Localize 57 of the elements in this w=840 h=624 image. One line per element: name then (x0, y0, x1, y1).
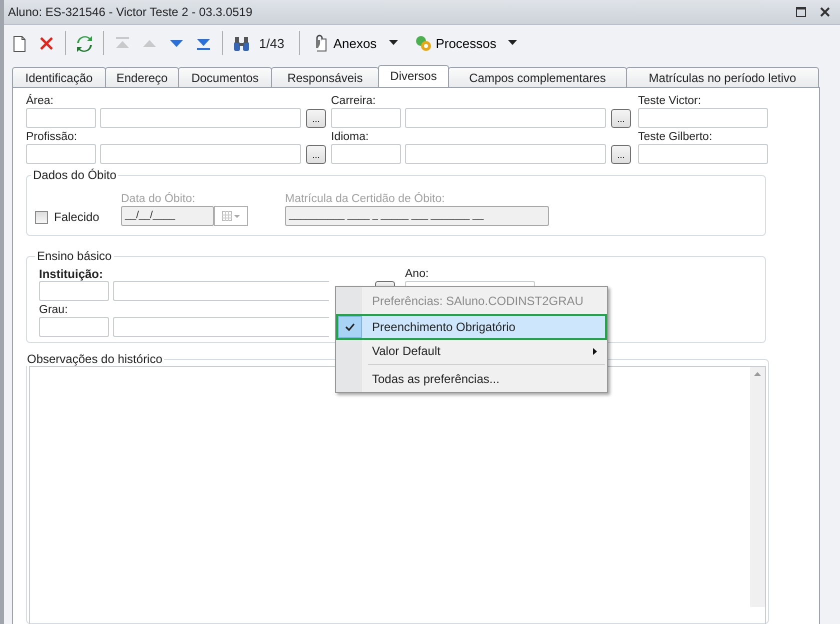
field-label: Data do Óbito: (121, 192, 196, 206)
check-icon (345, 323, 355, 331)
input-field[interactable] (405, 108, 606, 128)
field-label: Grau: (39, 303, 69, 317)
caret-icon (508, 40, 518, 46)
field-label: Idioma: (331, 130, 370, 144)
group-title: Ensino básico (36, 249, 113, 263)
tab[interactable]: Responsáveis (271, 67, 379, 87)
lookup-button[interactable]: ... (611, 108, 631, 128)
checkbox-label: Falecido (54, 210, 100, 224)
field-label: Teste Gilberto: (638, 130, 714, 144)
input-field[interactable] (113, 281, 329, 301)
tab[interactable]: Documentos (178, 67, 272, 87)
input-field[interactable] (331, 144, 401, 164)
tab[interactable]: Matrículas no período letivo (626, 67, 819, 87)
input-field[interactable] (638, 144, 768, 164)
attachments-menu-button[interactable]: Anexos (307, 32, 402, 54)
record-counter: 1/43 (258, 36, 286, 50)
window-title: Aluno: ES-321546 - Victor Teste 2 - 03.3.0519 (8, 5, 252, 19)
close-icon[interactable] (818, 5, 832, 19)
tab[interactable]: Endereço (105, 67, 179, 87)
caret-icon (388, 40, 398, 46)
checkbox[interactable] (35, 210, 48, 224)
input-field[interactable] (39, 281, 109, 301)
field-label: Profissão: (26, 130, 78, 144)
group-title: Observações do histórico (26, 352, 164, 366)
field-label: Instituição: (39, 267, 104, 281)
tab[interactable]: Identificação (12, 67, 106, 87)
menu-item[interactable]: Todas as preferências... (338, 368, 605, 390)
tab[interactable]: Diversos (378, 65, 449, 87)
refresh-icon[interactable] (75, 34, 94, 52)
lookup-button[interactable]: ... (306, 144, 326, 164)
input-field[interactable] (405, 144, 606, 164)
input-field[interactable] (113, 317, 329, 337)
input-field[interactable] (26, 144, 96, 164)
lookup-button[interactable]: ... (306, 108, 326, 128)
input-field[interactable] (26, 108, 96, 128)
field-label: Área: (26, 94, 54, 108)
restore-icon[interactable] (794, 5, 808, 19)
input-field[interactable] (331, 108, 401, 128)
submenu-arrow-icon (593, 348, 597, 354)
field-label: Carreira: (331, 94, 377, 108)
input-field[interactable] (638, 108, 768, 128)
processes-menu-button[interactable]: Processos (410, 32, 522, 54)
calendar-button[interactable] (214, 206, 248, 226)
calendar-icon (222, 211, 240, 221)
input-field[interactable] (100, 144, 301, 164)
input-field[interactable] (39, 317, 109, 337)
input-field[interactable] (100, 108, 301, 128)
lookup-button[interactable]: ... (611, 144, 631, 164)
menu-item[interactable]: Preenchimento Obrigatório (338, 316, 605, 338)
group-title: Dados do Óbito (32, 168, 118, 182)
menu-item[interactable]: Valor Default (338, 340, 605, 362)
field-label: Teste Victor: (638, 94, 702, 108)
tab[interactable]: Campos complementares (448, 67, 627, 87)
field-label: Ano: (405, 267, 430, 281)
field-label: Matrícula da Certidão de Óbito: (285, 192, 446, 206)
